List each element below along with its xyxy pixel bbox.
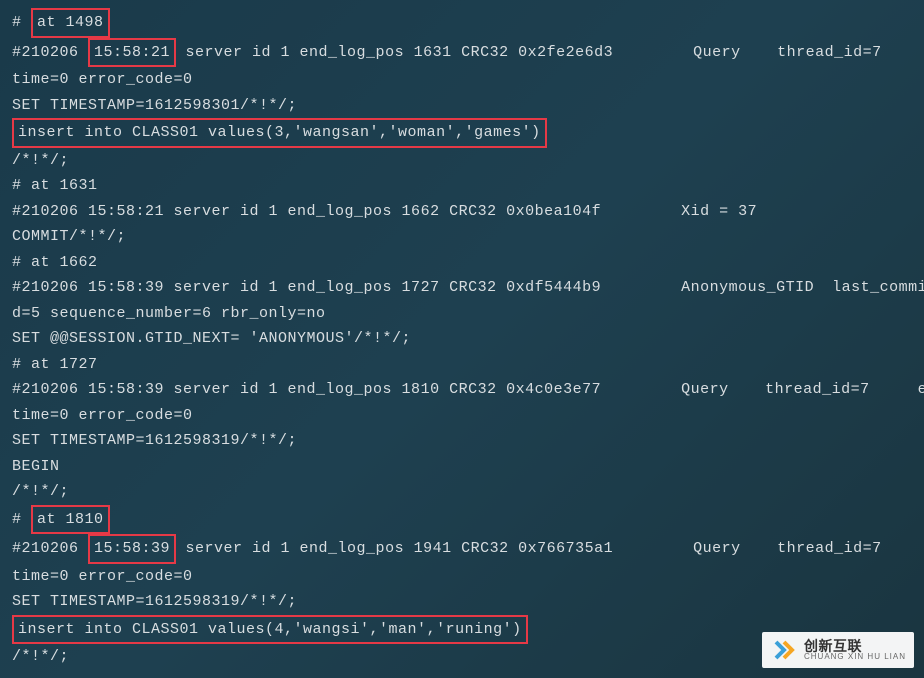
thread-id: thread_id=7 [777,40,882,66]
log-line: SET TIMESTAMP=1612598319/*!*/; [12,589,912,615]
log-line: #210206 15:58:39 server id 1 end_log_pos… [12,377,912,403]
log-line: SET TIMESTAMP=1612598319/*!*/; [12,428,912,454]
log-line: SET @@SESSION.GTID_NEXT= 'ANONYMOUS'/*!*… [12,326,912,352]
comment-prefix: # [12,14,31,31]
log-line: #210206 15:58:39 server id 1 end_log_pos… [12,534,912,564]
log-line: #210206 15:58:39 server id 1 end_log_pos… [12,275,912,301]
log-line: time=0 error_code=0 [12,67,912,93]
query-label: Query [681,377,741,403]
log-line: #210206 15:58:21 server id 1 end_log_pos… [12,199,912,225]
date-prefix: #210206 [12,540,88,557]
exec-label: exec_ [918,381,924,398]
thread-id: thread_id=7 [765,377,870,403]
query-label: Query [693,40,753,66]
log-line: time=0 error_code=0 [12,403,912,429]
log-prefix: #210206 15:58:39 server id 1 end_log_pos… [12,381,601,398]
log-line: # at 1662 [12,250,912,276]
cx-logo-icon [770,636,798,664]
thread-id: thread_id=7 [777,536,882,562]
log-line: #210206 15:58:21 server id 1 end_log_pos… [12,38,912,68]
highlight-time-2: 15:58:39 [88,534,176,564]
log-line: SET TIMESTAMP=1612598301/*!*/; [12,93,912,119]
watermark-sub: CHUANG XIN HU LIAN [804,653,906,661]
commit-label: last_committe [832,279,924,296]
log-prefix: #210206 15:58:39 server id 1 end_log_pos… [12,279,601,296]
highlight-at-1810: at 1810 [31,505,110,535]
highlight-insert-2: insert into CLASS01 values(4,'wangsi','m… [12,615,528,645]
log-line: insert into CLASS01 values(3,'wangsan','… [12,118,912,148]
highlight-at-1498: at 1498 [31,8,110,38]
log-prefix: #210206 15:58:21 server id 1 end_log_pos… [12,203,601,220]
log-mid: server id 1 end_log_pos 1941 CRC32 0x766… [176,540,613,557]
watermark-logo: 创新互联 CHUANG XIN HU LIAN [762,632,914,668]
log-line: # at 1498 [12,8,912,38]
xid-label: Xid = 37 [681,203,757,220]
log-line: time=0 error_code=0 [12,564,912,590]
log-line: BEGIN [12,454,912,480]
comment-prefix: # [12,511,31,528]
query-label: Query [693,536,753,562]
highlight-time-1: 15:58:21 [88,38,176,68]
log-line: /*!*/; [12,148,912,174]
log-line: # at 1727 [12,352,912,378]
log-line: # at 1810 [12,505,912,535]
highlight-insert-1: insert into CLASS01 values(3,'wangsan','… [12,118,547,148]
log-line: /*!*/; [12,479,912,505]
gtid-label: Anonymous_GTID [681,279,814,296]
log-line: d=5 sequence_number=6 rbr_only=no [12,301,912,327]
date-prefix: #210206 [12,44,88,61]
watermark-main: 创新互联 [804,639,906,653]
log-mid: server id 1 end_log_pos 1631 CRC32 0x2fe… [176,44,613,61]
log-line: # at 1631 [12,173,912,199]
log-line: COMMIT/*!*/; [12,224,912,250]
